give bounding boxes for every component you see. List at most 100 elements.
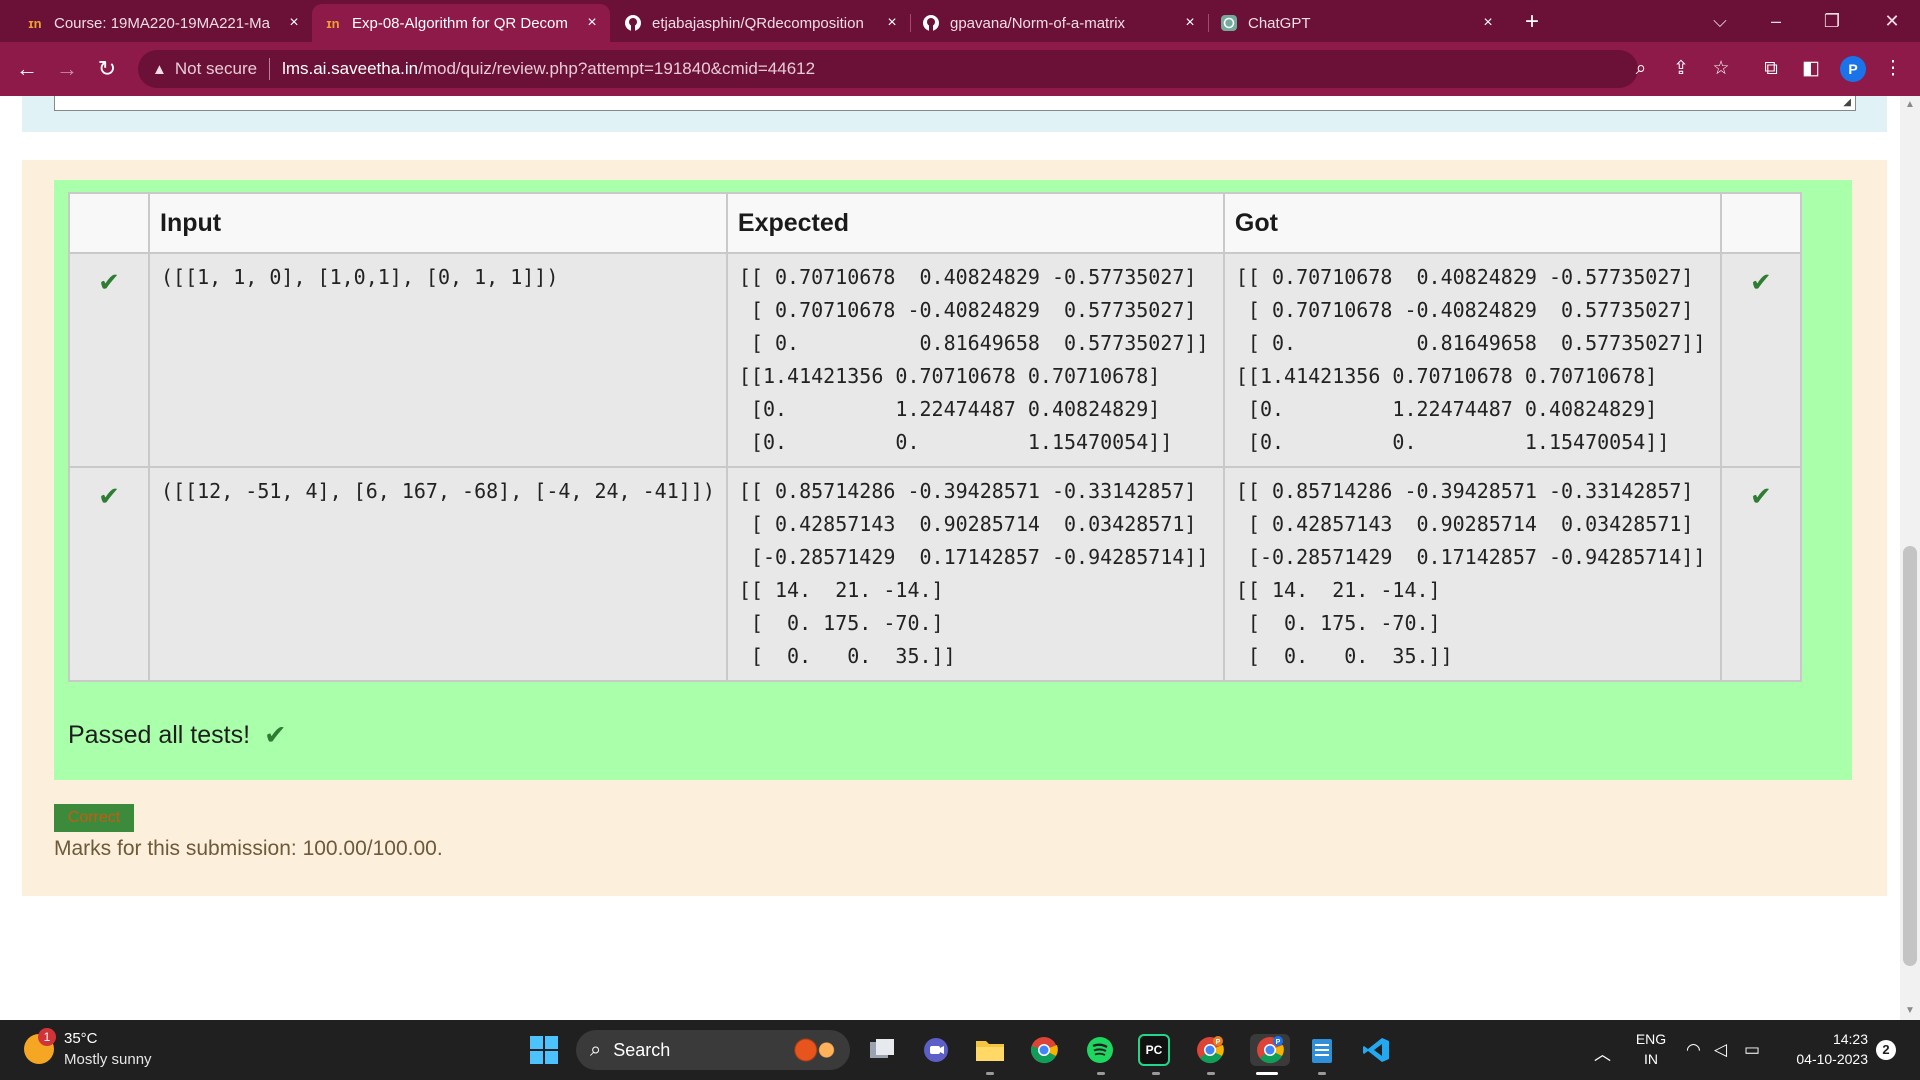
test-results-panel: Input Expected Got ✔ ([[1, 1, 0], [1,0,1… — [54, 180, 1852, 780]
tab-github-norm[interactable]: gpavana/Norm-of-a-matrix × — [910, 4, 1208, 42]
correct-badge: Correct — [54, 804, 134, 832]
close-icon[interactable]: × — [882, 14, 902, 32]
tab-title: gpavana/Norm-of-a-matrix — [950, 14, 1126, 32]
volume-icon[interactable]: ◁ — [1714, 1040, 1727, 1060]
pycharm-icon[interactable]: PC — [1138, 1034, 1170, 1066]
file-explorer-icon[interactable] — [974, 1034, 1006, 1066]
address-bar[interactable]: ▲ Not secure lms.ai.saveetha.in/mod/quiz… — [138, 50, 1638, 88]
vscode-icon[interactable] — [1360, 1034, 1392, 1066]
weather-description[interactable]: Mostly sunny — [64, 1051, 152, 1068]
row-got: [[ 0.85714286 -0.39428571 -0.33142857] [… — [1222, 466, 1722, 682]
running-indicator — [1318, 1072, 1326, 1075]
expected-value: [[ 0.70710678 0.40824829 -0.57735027] [ … — [738, 265, 1209, 454]
browser-toolbar: ← → ↻ ▲ Not secure lms.ai.saveetha.in/mo… — [0, 42, 1920, 96]
language-code[interactable]: ENG — [1628, 1031, 1674, 1047]
scroll-down-arrow-icon[interactable]: ▼ — [1900, 1002, 1920, 1020]
window-close-icon[interactable]: ✕ — [1872, 6, 1912, 36]
marks-text: Marks for this submission: 100.00/100.00… — [54, 837, 443, 860]
check-icon: ✔ — [98, 481, 120, 511]
battery-icon[interactable]: ▭ — [1744, 1040, 1760, 1060]
clock-date[interactable]: 04-10-2023 — [1776, 1051, 1868, 1067]
passed-all-tests: Passed all tests! ✔ — [68, 720, 287, 751]
running-indicator — [1152, 1072, 1160, 1075]
running-indicator — [1207, 1072, 1215, 1075]
resize-handle-icon[interactable]: ◢ — [1843, 97, 1851, 108]
minimize-icon[interactable]: – — [1756, 6, 1796, 36]
extensions-icon[interactable]: ⧉ — [1756, 54, 1786, 84]
windows-taskbar: 1 35°C Mostly sunny ⌕ Search PC P P ︿ EN… — [0, 1020, 1920, 1080]
back-arrow-icon[interactable]: ← — [12, 54, 42, 84]
menu-kebab-icon[interactable]: ⋮ — [1878, 54, 1908, 84]
windows-start-icon[interactable] — [528, 1034, 560, 1066]
zoom-icon[interactable]: ⌕ — [1626, 54, 1656, 84]
close-icon[interactable]: × — [284, 14, 304, 32]
url-path[interactable]: /mod/quiz/review.php?attempt=191840&cmid… — [418, 59, 815, 79]
github-icon — [624, 14, 642, 32]
chevron-up-icon[interactable]: ︿ — [1594, 1040, 1611, 1065]
running-indicator — [986, 1072, 994, 1075]
check-icon: ✔ — [264, 720, 287, 750]
check-icon: ✔ — [98, 267, 120, 297]
close-icon[interactable]: × — [1478, 14, 1498, 32]
forward-arrow-icon[interactable]: → — [52, 54, 82, 84]
language-region[interactable]: IN — [1628, 1051, 1674, 1067]
profile-avatar[interactable]: P — [1840, 56, 1866, 82]
side-panel-icon[interactable]: ◧ — [1796, 54, 1826, 84]
search-label: Search — [613, 1039, 671, 1060]
tab-github-qrdecomposition[interactable]: etjabajasphin/QRdecomposition × — [612, 4, 910, 42]
search-icon: ⌕ — [590, 1038, 602, 1061]
chrome-icon[interactable] — [1028, 1034, 1060, 1066]
header-status — [68, 192, 150, 254]
notepad-icon[interactable] — [1306, 1034, 1338, 1066]
answer-textarea[interactable]: ◢ — [54, 96, 1856, 111]
chrome-profile-icon[interactable]: P — [1194, 1034, 1226, 1066]
scrollbar-thumb[interactable] — [1903, 546, 1917, 966]
restore-icon[interactable]: ❐ — [1812, 6, 1852, 36]
new-tab-button[interactable]: + — [1518, 8, 1546, 36]
test-results-table: Input Expected Got ✔ ([[1, 1, 0], [1,0,1… — [68, 192, 1802, 682]
tab-title: Course: 19MA220-19MA221-Ma — [54, 14, 270, 32]
row-expected: [[ 0.70710678 0.40824829 -0.57735027] [ … — [725, 252, 1225, 468]
wifi-icon[interactable]: ◠ — [1686, 1040, 1701, 1060]
warning-icon[interactable]: ▲ — [152, 61, 167, 78]
running-indicator-active — [1256, 1072, 1278, 1075]
profile-badge-text: P — [1276, 1039, 1281, 1046]
page-scrollbar[interactable]: ▲ ▼ — [1900, 96, 1920, 1020]
spotify-icon[interactable] — [1084, 1034, 1116, 1066]
outcome-panel: Input Expected Got ✔ ([[1, 1, 0], [1,0,1… — [22, 160, 1887, 896]
tab-course[interactable]: ɪn Course: 19MA220-19MA221-Ma × — [14, 4, 312, 42]
clock-time[interactable]: 14:23 — [1776, 1031, 1868, 1047]
close-icon[interactable]: × — [1180, 14, 1200, 32]
tab-title: ChatGPT — [1248, 14, 1311, 32]
header-got: Got — [1222, 192, 1722, 254]
url-host[interactable]: lms.ai.saveetha.in — [282, 59, 418, 79]
scroll-up-arrow-icon[interactable]: ▲ — [1900, 96, 1920, 114]
tab-qr-decomposition[interactable]: ɪn Exp-08-Algorithm for QR Decom × — [312, 4, 610, 42]
weather-temperature[interactable]: 35°C — [64, 1030, 98, 1047]
teams-chat-icon[interactable] — [920, 1034, 952, 1066]
tab-search-chevron-icon[interactable]: ⌵ — [1700, 6, 1740, 36]
table-row: ✔ ([[12, -51, 4], [6, 167, -68], [-4, 24… — [68, 466, 1802, 682]
weather-notification-badge: 1 — [38, 1028, 56, 1046]
profile-badge-text: P — [1216, 1039, 1221, 1046]
moodle-icon: ɪn — [326, 15, 340, 31]
bookmark-star-icon[interactable]: ☆ — [1706, 54, 1736, 84]
row-mark: ✔ — [1719, 252, 1802, 468]
row-input: ([[12, -51, 4], [6, 167, -68], [-4, 24, … — [148, 466, 728, 682]
input-value: ([[12, -51, 4], [6, 167, -68], [-4, 24, … — [161, 479, 715, 503]
task-view-icon[interactable] — [866, 1034, 898, 1066]
header-expected: Expected — [725, 192, 1225, 254]
tab-title: etjabajasphin/QRdecomposition — [652, 14, 864, 32]
tab-chatgpt[interactable]: ChatGPT × — [1208, 4, 1506, 42]
github-icon — [922, 14, 940, 32]
chrome-active-profile-icon[interactable]: P — [1250, 1034, 1290, 1066]
taskbar-search[interactable]: ⌕ Search — [576, 1030, 850, 1070]
reload-icon[interactable]: ↻ — [92, 54, 122, 84]
passed-text: Passed all tests! — [68, 721, 251, 749]
close-icon[interactable]: × — [582, 14, 602, 32]
security-label[interactable]: Not secure — [175, 59, 257, 79]
row-status: ✔ — [68, 466, 150, 682]
row-input: ([[1, 1, 0], [1,0,1], [0, 1, 1]]) — [148, 252, 728, 468]
notification-count-badge[interactable]: 2 — [1876, 1040, 1896, 1060]
share-icon[interactable]: ⇪ — [1666, 54, 1696, 84]
